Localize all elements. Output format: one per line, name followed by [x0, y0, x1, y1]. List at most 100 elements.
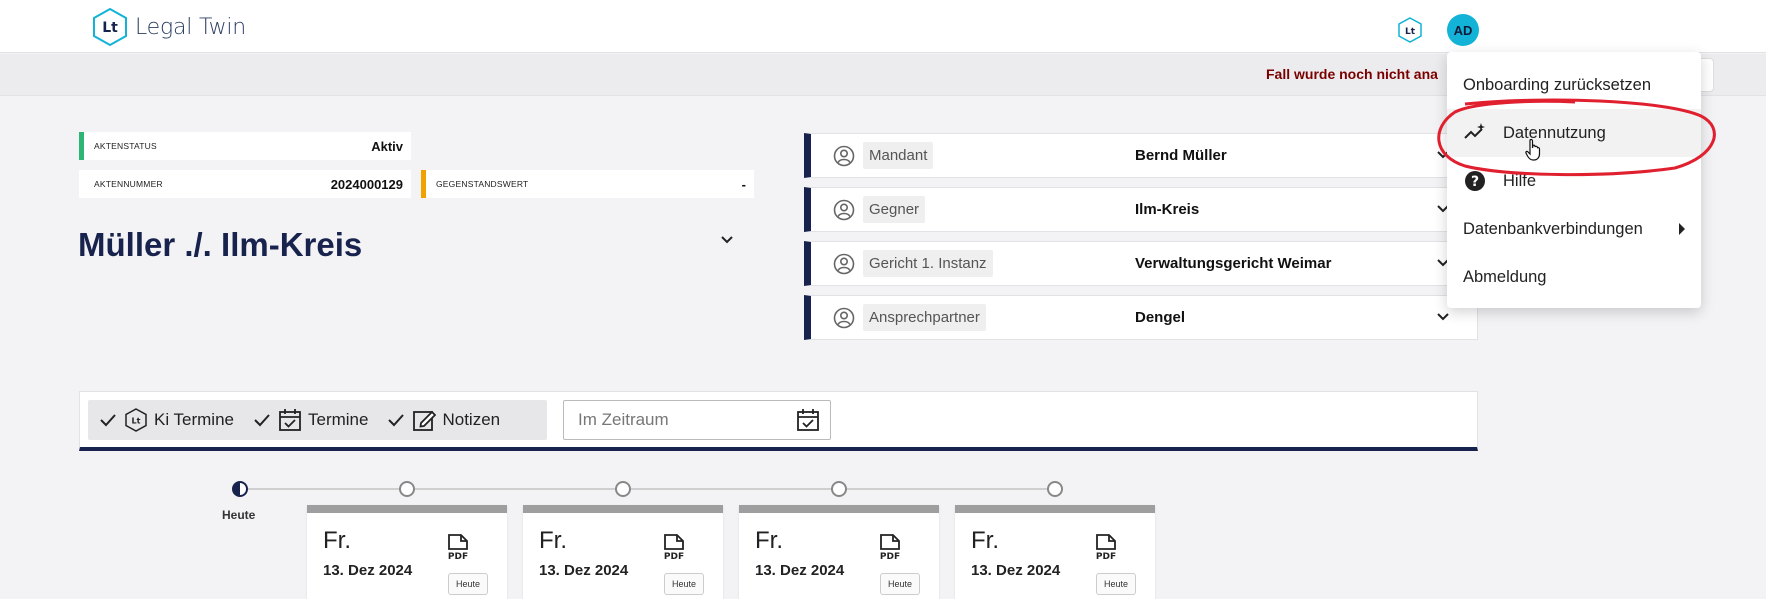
card-heute-button[interactable]: Heute — [664, 573, 704, 595]
menu-item-label: Datenbankverbindungen — [1463, 219, 1643, 238]
party-value: Bernd Müller — [1135, 147, 1227, 164]
case-title: Müller ./. Ilm-Kreis — [78, 226, 363, 263]
party-row-gegner[interactable]: Gegner Ilm-Kreis — [804, 187, 1478, 232]
lt-hex-logo-icon: Lt — [93, 7, 127, 47]
filter-chip-ki-termine[interactable]: Lt Ki Termine — [98, 407, 234, 433]
menu-item-onboarding-reset[interactable]: Onboarding zurücksetzen — [1447, 61, 1701, 109]
aktennummer-field: AKTENNUMMER 2024000129 — [79, 170, 411, 198]
date-range-placeholder: Im Zeitraum — [578, 410, 669, 429]
card-date: 13. Dez 2024 — [323, 562, 413, 579]
pdf-icon[interactable]: PDF — [877, 533, 905, 561]
gegenstandswert-value: - — [741, 176, 746, 192]
filter-chip-termine[interactable]: Termine — [252, 408, 368, 432]
aktenstatus-value: Aktiv — [371, 138, 403, 154]
pdf-icon[interactable]: PDF — [661, 533, 689, 561]
svg-text:PDF: PDF — [1096, 552, 1116, 561]
analysis-warning: Fall wurde noch nicht ana — [1266, 66, 1438, 82]
timeline-today-label: Heute — [222, 508, 256, 522]
calendar-check-icon[interactable] — [796, 408, 820, 432]
aktennummer-label: AKTENNUMMER — [94, 179, 163, 189]
filter-chip-notizen[interactable]: Notizen — [386, 408, 500, 432]
svg-text:?: ? — [1471, 174, 1479, 190]
user-menu: Onboarding zurücksetzen Datennutzung ? H… — [1447, 52, 1701, 308]
filter-chip-label: Ki Termine — [154, 410, 234, 429]
svg-text:Lt: Lt — [1405, 27, 1416, 37]
party-label: Ansprechpartner — [863, 304, 986, 331]
card-date: 13. Dez 2024 — [971, 562, 1061, 579]
svg-text:Lt: Lt — [132, 417, 141, 426]
card-day: Fr. — [755, 527, 783, 554]
aktenstatus-label: AKTENSTATUS — [94, 141, 157, 151]
party-row-ansprechpartner[interactable]: Ansprechpartner Dengel — [804, 295, 1478, 340]
card-day: Fr. — [971, 527, 999, 554]
gegenstandswert-label: GEGENSTANDSWERT — [436, 179, 529, 189]
timeline-card[interactable]: Fr. 13. Dez 2024 PDF Heute — [523, 505, 723, 599]
svg-text:PDF: PDF — [664, 552, 684, 561]
card-day: Fr. — [323, 527, 351, 554]
brand-logo[interactable]: Lt Legal Twin — [91, 7, 246, 47]
party-value: Verwaltungsgericht Weimar — [1135, 255, 1332, 272]
menu-item-label: Abmeldung — [1463, 267, 1547, 286]
timeline-card[interactable]: Fr. 13. Dez 2024 PDF Heute — [955, 505, 1155, 599]
card-heute-button[interactable]: Heute — [880, 573, 920, 595]
party-row-gericht[interactable]: Gericht 1. Instanz Verwaltungsgericht We… — [804, 241, 1478, 286]
card-date: 13. Dez 2024 — [755, 562, 845, 579]
party-value: Ilm-Kreis — [1135, 201, 1200, 218]
pdf-icon[interactable]: PDF — [445, 533, 473, 561]
svg-text:PDF: PDF — [448, 552, 468, 561]
party-row-mandant[interactable]: Mandant Bernd Müller — [804, 133, 1478, 178]
check-icon — [254, 414, 270, 427]
person-circle-icon — [833, 145, 855, 166]
card-heute-button[interactable]: Heute — [1096, 573, 1136, 595]
timeline-dot — [399, 481, 415, 497]
menu-item-hilfe[interactable]: ? Hilfe — [1447, 157, 1701, 205]
card-day: Fr. — [539, 527, 567, 554]
filter-bar: Lt Ki Termine Termine Notizen Im Zeitrau… — [79, 391, 1478, 451]
person-circle-icon — [833, 307, 855, 328]
filter-chip-group: Lt Ki Termine Termine Notizen — [88, 400, 547, 440]
submenu-arrow-icon — [1679, 223, 1685, 235]
menu-item-label: Onboarding zurücksetzen — [1463, 75, 1652, 94]
svg-text:PDF: PDF — [880, 552, 900, 561]
check-icon — [388, 414, 405, 427]
card-heute-button[interactable]: Heute — [448, 573, 488, 595]
party-label: Gegner — [863, 196, 926, 223]
date-range-input[interactable]: Im Zeitraum — [563, 400, 831, 440]
timeline-dot — [831, 481, 847, 497]
timeline-dot — [1047, 481, 1063, 497]
top-bar — [0, 0, 1766, 53]
menu-item-datenbankverbindungen[interactable]: Datenbankverbindungen — [1447, 205, 1701, 253]
timeline-card[interactable]: Fr. 13. Dez 2024 PDF Heute — [739, 505, 939, 599]
timeline-today-marker — [232, 481, 248, 497]
aktenstatus-field: AKTENSTATUS Aktiv — [79, 132, 411, 160]
chart-sparkle-icon — [1463, 121, 1487, 145]
menu-item-label: Hilfe — [1503, 171, 1537, 190]
chevron-down-icon[interactable] — [1435, 311, 1451, 323]
lt-badge-icon[interactable]: Lt — [1397, 16, 1423, 44]
brand-name: Legal Twin — [135, 14, 247, 40]
timeline-dot — [615, 481, 631, 497]
timeline-card[interactable]: Fr. 13. Dez 2024 PDF Heute — [307, 505, 507, 599]
note-edit-icon — [413, 410, 437, 431]
person-circle-icon — [833, 199, 855, 220]
pdf-icon[interactable]: PDF — [1093, 533, 1121, 561]
user-avatar[interactable]: AD — [1447, 14, 1479, 46]
filter-chip-label: Termine — [308, 410, 369, 429]
person-circle-icon — [833, 253, 855, 274]
help-circle-icon: ? — [1463, 169, 1487, 193]
chevron-down-icon[interactable] — [719, 234, 735, 246]
menu-item-datennutzung[interactable]: Datennutzung — [1447, 109, 1701, 157]
check-icon — [100, 414, 116, 427]
svg-text:Lt: Lt — [102, 20, 118, 36]
party-label: Mandant — [863, 142, 934, 169]
menu-item-abmeldung[interactable]: Abmeldung — [1447, 253, 1701, 301]
gegenstandswert-field: GEGENSTANDSWERT - — [421, 170, 754, 198]
timeline-line — [240, 488, 1055, 490]
party-label: Gericht 1. Instanz — [863, 250, 993, 277]
aktennummer-value: 2024000129 — [330, 176, 403, 192]
card-date: 13. Dez 2024 — [539, 562, 629, 579]
lt-hex-icon: Lt — [125, 408, 147, 432]
menu-item-label: Datennutzung — [1503, 123, 1606, 142]
hand-cursor-icon — [1525, 138, 1541, 161]
filter-chip-label: Notizen — [442, 410, 501, 429]
